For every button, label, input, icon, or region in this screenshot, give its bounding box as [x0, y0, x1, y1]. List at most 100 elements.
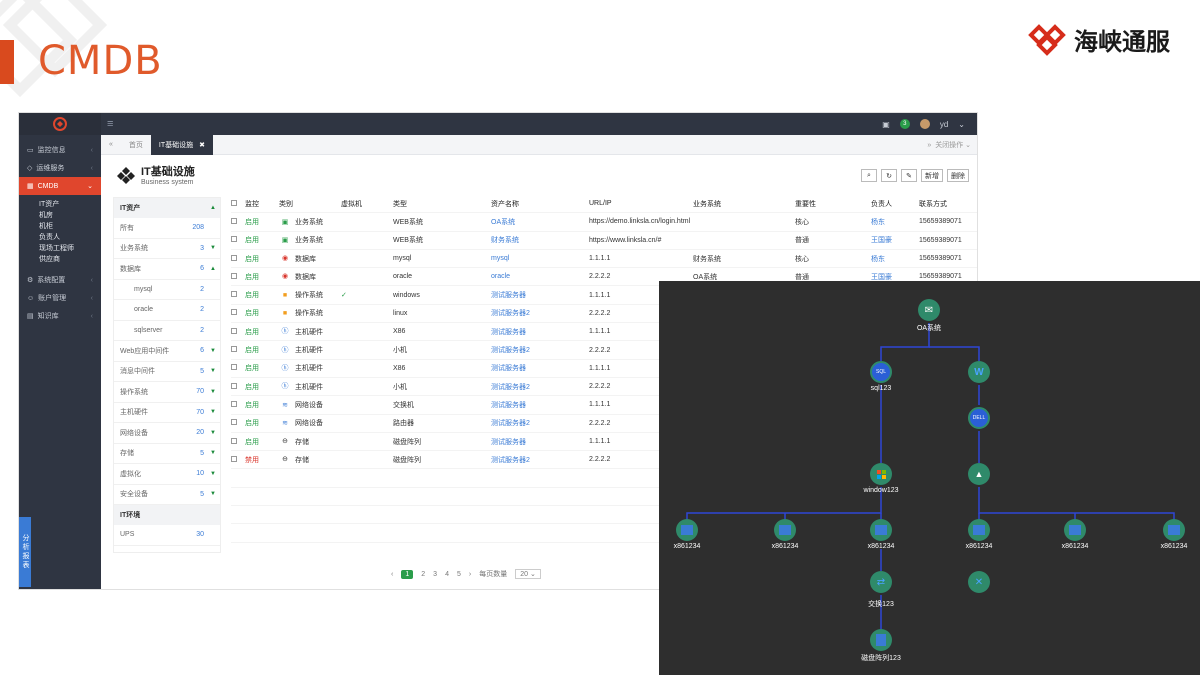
tab-back-icon[interactable]: « — [101, 135, 121, 155]
column-header[interactable]: 资产名称 — [491, 199, 589, 209]
sidebar-item-service[interactable]: ◇ 运维服务 ‹ — [19, 159, 101, 177]
search-button[interactable]: ⌕ — [861, 169, 877, 182]
message-badge[interactable]: 3 — [899, 119, 910, 129]
sidebar-item-cmdb[interactable]: ▦ CMDB ⌄ — [19, 177, 101, 195]
row-checkbox[interactable] — [231, 272, 237, 279]
row-checkbox[interactable] — [231, 455, 237, 462]
sidebar-item-config[interactable]: ⚙ 系统配置 ‹ — [19, 271, 101, 289]
column-header[interactable]: 类型 — [393, 199, 491, 209]
table-row[interactable]: 启用 ▣ 业务系统 WEB系统 财务系统 https://www.linksla.cn/#… — [231, 232, 977, 250]
host-node-1[interactable] — [676, 519, 698, 541]
page-number[interactable]: 2 — [421, 571, 425, 578]
select-all-checkbox[interactable] — [231, 199, 237, 206]
switch-node[interactable]: ⇄ — [870, 571, 892, 593]
delete-button[interactable]: 删除 — [947, 169, 969, 182]
owner-link[interactable]: 杨东 — [871, 254, 919, 264]
sidebar-sub-vendor[interactable]: 供应商 — [19, 254, 101, 265]
asset-name-link[interactable]: 测试服务器2 — [491, 308, 589, 318]
category-item[interactable]: 所有 208 — [114, 218, 220, 239]
row-checkbox[interactable] — [231, 437, 237, 444]
chevron-down-icon[interactable]: ⌄ — [958, 120, 965, 129]
asset-name-link[interactable]: oracle — [491, 273, 589, 280]
host-node-4[interactable] — [968, 519, 990, 541]
category-item[interactable]: 网络设备 20 ▼ — [114, 423, 220, 444]
row-checkbox[interactable] — [231, 400, 237, 407]
asset-name-link[interactable]: 测试服务器 — [491, 363, 589, 373]
column-header[interactable]: 类别 — [279, 199, 341, 209]
disk-array-node[interactable] — [870, 629, 892, 651]
prev-page-icon[interactable]: ‹ — [391, 571, 393, 578]
row-checkbox[interactable] — [231, 217, 237, 224]
windows-node[interactable] — [870, 463, 892, 485]
column-header[interactable]: 业务系统 — [693, 199, 795, 209]
owner-link[interactable]: 杨东 — [871, 217, 919, 227]
row-checkbox[interactable] — [231, 364, 237, 371]
page-number[interactable]: 4 — [445, 571, 449, 578]
asset-name-link[interactable]: 测试服务器2 — [491, 455, 589, 465]
refresh-button[interactable]: ↻ — [881, 169, 897, 182]
category-item[interactable]: 操作系统 70 ▼ — [114, 382, 220, 403]
sidebar-item-monitor[interactable]: ▭ 监控信息 ‹ — [19, 141, 101, 159]
asset-name-link[interactable]: 测试服务器 — [491, 290, 589, 300]
per-page-select[interactable]: 20 ⌄ — [515, 569, 541, 579]
username[interactable]: yd — [940, 120, 948, 129]
column-header[interactable]: 虚拟机 — [341, 199, 393, 209]
table-row[interactable]: 启用 ▣ 业务系统 WEB系统 OA系统 https://demo.linksla.cn/… — [231, 213, 977, 232]
host-node-5[interactable] — [1064, 519, 1086, 541]
page-number[interactable]: 3 — [433, 571, 437, 578]
tab-home[interactable]: 首页 — [121, 135, 151, 155]
row-checkbox[interactable] — [231, 419, 237, 426]
category-item[interactable]: 存储 5 ▼ — [114, 444, 220, 464]
asset-name-link[interactable]: 测试服务器 — [491, 327, 589, 337]
tab-it-infra[interactable]: IT基础设施 ✖ — [150, 134, 214, 155]
asset-name-link[interactable]: 测试服务器 — [491, 437, 589, 447]
sidebar-item-account[interactable]: ☺ 账户管理 ‹ — [19, 289, 101, 307]
asset-name-link[interactable]: mysql — [491, 255, 589, 262]
router-node[interactable]: ✕ — [968, 571, 990, 593]
category-item[interactable]: 数据库 6 ▲ — [114, 259, 220, 280]
report-tab[interactable]: 分析报表 — [19, 517, 31, 587]
owner-link[interactable]: 王国豪 — [871, 235, 919, 245]
host-node-3[interactable] — [870, 519, 892, 541]
column-header[interactable]: URL/IP — [589, 200, 693, 207]
page-number[interactable]: 1 — [401, 569, 414, 579]
table-row[interactable]: 启用 ◉ 数据库 mysql mysql 1.1.1.1 财务系统 核心 杨东 156593890… — [231, 250, 977, 269]
category-item[interactable]: 主机硬件 70 ▼ — [114, 403, 220, 423]
category-item[interactable]: 虚拟化 10 ▼ — [114, 464, 220, 485]
page-number[interactable]: 5 — [457, 571, 461, 578]
asset-name-link[interactable]: OA系统 — [491, 217, 589, 227]
avatar[interactable] — [919, 119, 930, 129]
row-checkbox[interactable] — [231, 309, 237, 316]
host-node-6[interactable] — [1163, 519, 1185, 541]
sidebar-sub-owner[interactable]: 负责人 — [19, 232, 101, 243]
middleware-node[interactable]: W — [968, 361, 990, 383]
sidebar-item-knowledge[interactable]: ▤ 知识库 ‹ — [19, 307, 101, 325]
asset-name-link[interactable]: 测试服务器2 — [491, 382, 589, 392]
row-checkbox[interactable] — [231, 291, 237, 298]
oa-system-node[interactable]: ✉ — [918, 299, 940, 321]
edit-button[interactable]: ✎ — [901, 169, 917, 182]
row-checkbox[interactable] — [231, 382, 237, 389]
linux-node[interactable]: ▲ — [968, 463, 990, 485]
host-node-2[interactable] — [774, 519, 796, 541]
category-item[interactable]: 消息中间件 5 ▼ — [114, 362, 220, 382]
column-header[interactable]: 重要性 — [795, 199, 871, 209]
close-icon[interactable]: ✖ — [199, 141, 205, 149]
asset-name-link[interactable]: 测试服务器2 — [491, 418, 589, 428]
sidebar-sub-room[interactable]: 机房 — [19, 210, 101, 221]
category-item[interactable]: oracle 2 — [114, 300, 220, 321]
asset-name-link[interactable]: 测试服务器2 — [491, 345, 589, 355]
dell-node[interactable]: DELL — [968, 407, 990, 429]
sidebar-sub-it-assets[interactable]: IT资产 — [19, 199, 101, 210]
row-checkbox[interactable] — [231, 254, 237, 261]
notification-icon[interactable]: ▣ — [882, 120, 890, 129]
column-header[interactable]: 负责人 — [871, 199, 919, 209]
row-checkbox[interactable] — [231, 346, 237, 353]
next-page-icon[interactable]: › — [469, 571, 471, 578]
sidebar-sub-rack[interactable]: 机柜 — [19, 221, 101, 232]
asset-name-link[interactable]: 测试服务器 — [491, 400, 589, 410]
category-item[interactable]: Web应用中间件 6 ▼ — [114, 341, 220, 362]
category-item[interactable]: 业务系统 3 ▼ — [114, 239, 220, 259]
sql-node[interactable]: SQL — [870, 361, 892, 383]
sidebar-sub-engineer[interactable]: 现场工程师 — [19, 243, 101, 254]
